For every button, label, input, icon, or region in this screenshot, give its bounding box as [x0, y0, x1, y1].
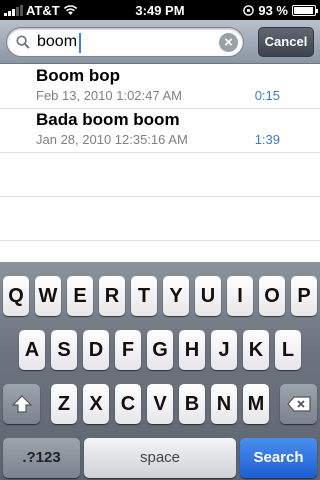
key-s[interactable]: S: [51, 330, 77, 370]
battery-percent: 93 %: [258, 3, 288, 18]
key-o[interactable]: O: [259, 276, 285, 316]
key-k[interactable]: K: [243, 330, 269, 370]
empty-row: [0, 153, 320, 197]
results-list: Boom bop Feb 13, 2010 1:02:47 AM 0:15 Ba…: [0, 65, 320, 262]
key-y[interactable]: Y: [163, 276, 189, 316]
clear-search-icon[interactable]: ×: [219, 33, 238, 52]
key-f[interactable]: F: [115, 330, 141, 370]
keyboard: .?123 space Search QWERTYUIOP ASDFGHJKL ZX…: [0, 262, 320, 480]
empty-row: [0, 197, 320, 241]
list-item[interactable]: Bada boom boom Jan 28, 2010 12:35:16 AM …: [0, 109, 320, 153]
search-input[interactable]: boom: [37, 33, 217, 53]
text-caret: [79, 33, 81, 53]
recording-date: Jan 28, 2010 12:35:16 AM: [36, 132, 188, 147]
battery-icon: [292, 5, 318, 16]
key-e[interactable]: E: [67, 276, 93, 316]
signal-strength-icon: [4, 5, 23, 16]
list-item[interactable]: Boom bop Feb 13, 2010 1:02:47 AM 0:15: [0, 65, 320, 109]
cancel-button[interactable]: Cancel: [258, 27, 314, 57]
rotation-lock-icon: [243, 5, 255, 16]
key-c[interactable]: C: [115, 384, 141, 424]
key-l[interactable]: L: [275, 330, 301, 370]
key-g[interactable]: G: [147, 330, 173, 370]
key-x[interactable]: X: [83, 384, 109, 424]
key-z[interactable]: Z: [51, 384, 77, 424]
wifi-icon: [63, 5, 77, 15]
backspace-key[interactable]: [280, 384, 317, 424]
key-u[interactable]: U: [195, 276, 221, 316]
key-p[interactable]: P: [291, 276, 317, 316]
recording-title: Bada boom boom: [36, 110, 180, 129]
key-b[interactable]: B: [179, 384, 205, 424]
key-q[interactable]: Q: [3, 276, 29, 316]
numbers-key[interactable]: .?123: [3, 438, 80, 478]
key-j[interactable]: J: [211, 330, 237, 370]
recording-title: Boom bop: [36, 66, 121, 85]
carrier-name: AT&T: [26, 3, 60, 18]
search-bar: boom × Cancel: [0, 20, 320, 64]
key-r[interactable]: R: [99, 276, 125, 316]
space-key[interactable]: space: [84, 438, 236, 478]
key-a[interactable]: A: [19, 330, 45, 370]
shift-arrow-icon: [11, 395, 32, 413]
key-v[interactable]: V: [147, 384, 173, 424]
search-icon: [16, 35, 30, 49]
status-bar: AT&T 3:49 PM 93 %: [0, 0, 320, 20]
shift-key[interactable]: [3, 384, 40, 424]
backspace-icon: [286, 396, 311, 412]
search-field[interactable]: boom ×: [6, 27, 244, 57]
key-m[interactable]: M: [243, 384, 269, 424]
key-d[interactable]: D: [83, 330, 109, 370]
recording-date: Feb 13, 2010 1:02:47 AM: [36, 88, 182, 103]
key-t[interactable]: T: [131, 276, 157, 316]
key-h[interactable]: H: [179, 330, 205, 370]
key-i[interactable]: I: [227, 276, 253, 316]
key-w[interactable]: W: [35, 276, 61, 316]
search-key[interactable]: Search: [240, 438, 317, 478]
key-n[interactable]: N: [211, 384, 237, 424]
recording-duration: 0:15: [254, 88, 280, 103]
recording-duration: 1:39: [254, 132, 280, 147]
